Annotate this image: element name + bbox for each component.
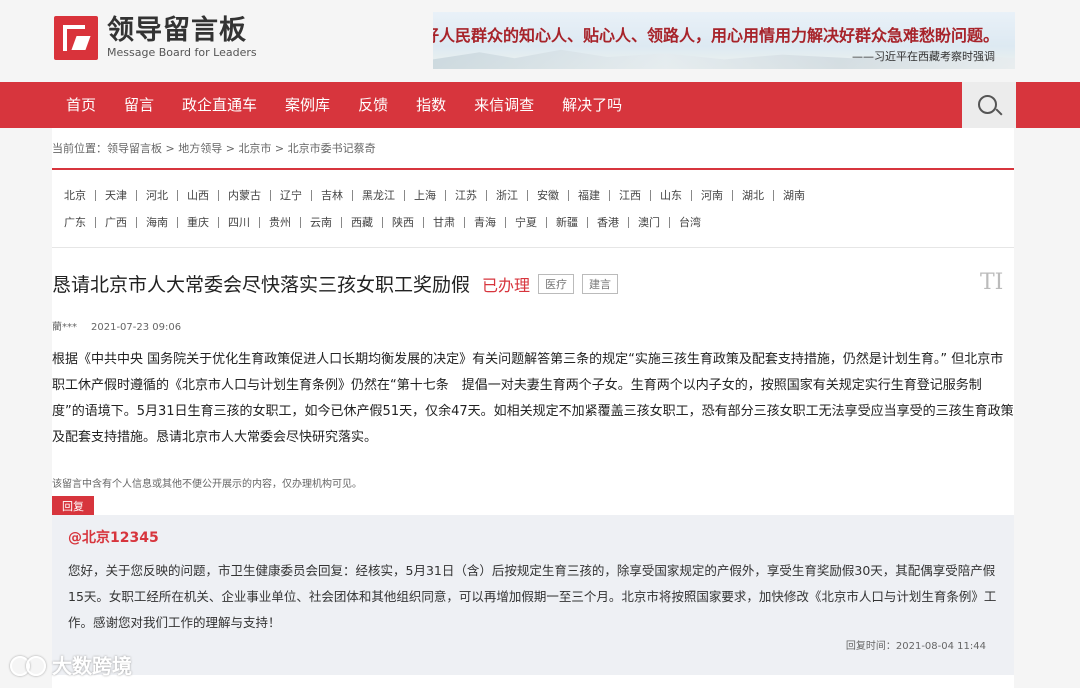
reply-time-label: 回复时间： — [845, 641, 896, 652]
region-row-1: 北京 天津 河北 山西 内蒙古 辽宁 吉林 黑龙江 上海 江苏 浙江 安徽 福建… — [52, 182, 1014, 209]
reply-text: 您好，关于您反映的问题，市卫生健康委员会回复：经核实，5月31日（含）后按规定生… — [68, 563, 997, 630]
breadcrumb-item-secretary[interactable]: 北京市委书记蔡奇 — [288, 142, 376, 155]
region-item[interactable]: 青海 — [465, 217, 506, 228]
region-item[interactable]: 福建 — [569, 190, 610, 201]
region-item[interactable]: 浙江 — [487, 190, 528, 201]
message-title-row: 恳请北京市人大常委会尽快落实三孩女职工奖励假 已办理 医疗 建言 — [52, 270, 619, 297]
site-logo[interactable]: 领导留言板 Message Board for Leaders — [54, 16, 257, 60]
search-icon — [978, 95, 997, 114]
region-item[interactable]: 山东 — [651, 190, 692, 201]
region-item[interactable]: 上海 — [405, 190, 446, 201]
region-item[interactable]: 河南 — [692, 190, 733, 201]
breadcrumb-item-board[interactable]: 领导留言板 — [107, 142, 162, 155]
region-item[interactable]: 广东 — [52, 217, 96, 228]
nav-item-feedback[interactable]: 反馈 — [344, 82, 402, 128]
main-nav: 首页 留言 政企直通车 案例库 反馈 指数 来信调查 解决了吗 — [0, 82, 1080, 128]
nav-item-home[interactable]: 首页 — [52, 82, 110, 128]
region-item[interactable]: 黑龙江 — [353, 190, 405, 201]
breadcrumb-item-local-leaders[interactable]: 地方领导 — [178, 142, 222, 155]
region-divider — [52, 247, 1014, 248]
banner-quote: 当好人民群众的知心人、贴心人、领路人，用心用情用力解决好群众急难愁盼问题。 — [433, 26, 999, 45]
region-item[interactable]: 宁夏 — [506, 217, 547, 228]
breadcrumb-separator: > — [271, 142, 288, 155]
reply-box: @北京12345 您好，关于您反映的问题，市卫生健康委员会回复：经核实，5月31… — [52, 515, 1014, 675]
font-size-icon[interactable]: TI — [980, 270, 1003, 295]
nav-item-cases[interactable]: 案例库 — [271, 82, 344, 128]
logo-title: 领导留言板 — [107, 15, 247, 46]
main-content: 当前位置：领导留言板 > 地方领导 > 北京市 > 北京市委书记蔡奇 北京 天津… — [52, 128, 1014, 688]
logo-subtitle: Message Board for Leaders — [107, 46, 257, 59]
region-selector: 北京 天津 河北 山西 内蒙古 辽宁 吉林 黑龙江 上海 江苏 浙江 安徽 福建… — [52, 182, 1014, 236]
region-item[interactable]: 重庆 — [178, 217, 219, 228]
watermark-text: 大数跨境 — [52, 654, 132, 678]
nav-item-survey[interactable]: 来信调查 — [460, 82, 548, 128]
tag-suggestion[interactable]: 建言 — [582, 273, 619, 294]
region-item[interactable]: 海南 — [137, 217, 178, 228]
message-meta: 藺*** 2021-07-23 09:06 — [52, 318, 181, 333]
region-item[interactable]: 广西 — [96, 217, 137, 228]
region-item[interactable]: 新疆 — [547, 217, 588, 228]
watermark: 大数跨境 — [8, 650, 132, 679]
region-item[interactable]: 吉林 — [312, 190, 353, 201]
breadcrumb-prefix: 当前位置： — [52, 142, 107, 155]
region-item[interactable]: 澳门 — [629, 217, 670, 228]
region-row-2: 广东 广西 海南 重庆 四川 贵州 云南 西藏 陕西 甘肃 青海 宁夏 新疆 香… — [52, 209, 1014, 236]
logo-text: 领导留言板 Message Board for Leaders — [107, 16, 257, 60]
message-date: 2021-07-23 09:06 — [91, 322, 182, 333]
breadcrumb-separator: > — [222, 142, 239, 155]
region-item[interactable]: 江苏 — [446, 190, 487, 201]
region-item[interactable]: 陕西 — [383, 217, 424, 228]
region-item[interactable]: 辽宁 — [271, 190, 312, 201]
reply-time: 回复时间：2021-08-04 11:44 — [846, 637, 986, 652]
reply-time-value: 2021-08-04 11:44 — [895, 641, 986, 652]
breadcrumb-separator: > — [162, 142, 179, 155]
region-item[interactable]: 北京 — [52, 190, 96, 201]
search-button[interactable] — [962, 82, 1016, 128]
message-title: 恳请北京市人大常委会尽快落实三孩女职工奖励假 — [52, 274, 471, 296]
nav-item-gov-enterprise[interactable]: 政企直通车 — [168, 82, 271, 128]
status-badge: 已办理 — [482, 275, 531, 295]
region-item[interactable]: 河北 — [137, 190, 178, 201]
message-author: 藺*** — [52, 322, 77, 333]
nav-items: 首页 留言 政企直通车 案例库 反馈 指数 来信调查 解决了吗 — [52, 82, 636, 128]
privacy-note: 该留言中含有个人信息或其他不便公开展示的内容，仅办理机构可见。 — [52, 479, 362, 490]
nav-item-message[interactable]: 留言 — [110, 82, 168, 128]
region-item[interactable]: 湖南 — [774, 190, 814, 201]
logo-mark-icon — [54, 16, 98, 60]
section-divider — [52, 168, 1014, 170]
banner-attribution: ——习近平在西藏考察时强调 — [852, 50, 995, 63]
header-banner: 当好人民群众的知心人、贴心人、领路人，用心用情用力解决好群众急难愁盼问题。 ——… — [433, 12, 1015, 69]
region-item[interactable]: 湖北 — [733, 190, 774, 201]
reply-label: 回复 — [52, 496, 94, 516]
region-item[interactable]: 西藏 — [342, 217, 383, 228]
site-header: 领导留言板 Message Board for Leaders 当好人民群众的知… — [0, 0, 1080, 82]
region-item[interactable]: 台湾 — [670, 217, 710, 228]
search-icon-handle — [995, 108, 1003, 116]
region-item[interactable]: 甘肃 — [424, 217, 465, 228]
region-item[interactable]: 云南 — [301, 217, 342, 228]
watermark-logo-icon — [8, 654, 46, 676]
nav-item-index[interactable]: 指数 — [402, 82, 460, 128]
tag-medical[interactable]: 医疗 — [538, 273, 575, 294]
region-item[interactable]: 内蒙古 — [219, 190, 271, 201]
region-item[interactable]: 安徽 — [528, 190, 569, 201]
message-body: 根据《中共中央 国务院关于优化生育政策促进人口长期均衡发展的决定》有关问题解答第… — [52, 352, 1014, 445]
reply-author: @北京12345 — [68, 530, 159, 546]
region-item[interactable]: 贵州 — [260, 217, 301, 228]
region-item[interactable]: 江西 — [610, 190, 651, 201]
region-item[interactable]: 香港 — [588, 217, 629, 228]
nav-item-resolved[interactable]: 解决了吗 — [548, 82, 636, 128]
region-item[interactable]: 四川 — [219, 217, 260, 228]
breadcrumb: 当前位置：领导留言板 > 地方领导 > 北京市 > 北京市委书记蔡奇 — [52, 140, 376, 156]
region-item[interactable]: 天津 — [96, 190, 137, 201]
breadcrumb-item-beijing[interactable]: 北京市 — [238, 142, 271, 155]
region-item[interactable]: 山西 — [178, 190, 219, 201]
